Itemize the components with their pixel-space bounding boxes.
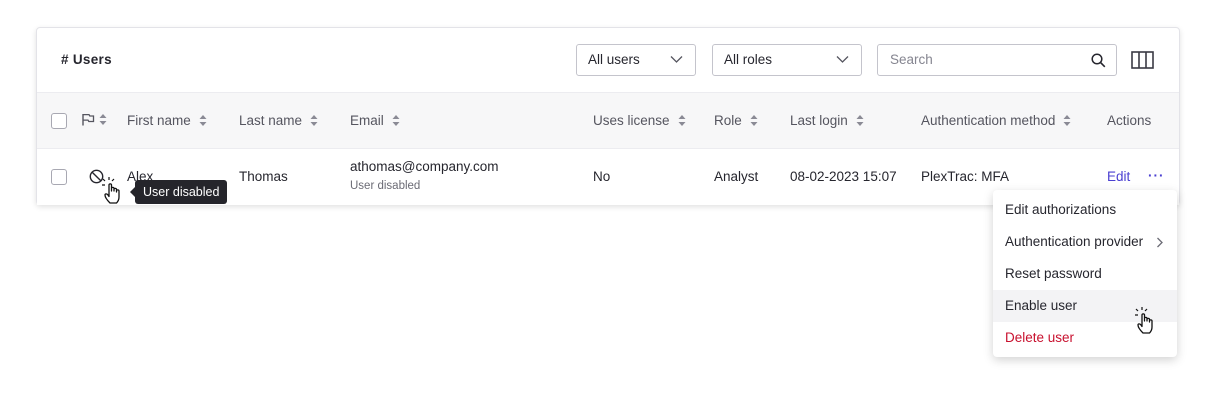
auth-method-header[interactable]: Authentication method: [921, 113, 1071, 128]
email-header[interactable]: Email: [350, 113, 400, 128]
search-field[interactable]: [877, 44, 1117, 76]
search-icon[interactable]: [1091, 53, 1106, 68]
chevron-right-icon: [1157, 237, 1163, 248]
row-checkbox[interactable]: [51, 169, 67, 185]
users-filter-value: All users: [588, 52, 640, 67]
sort-icon[interactable]: [392, 114, 400, 127]
email-status-subtext: User disabled: [350, 180, 421, 192]
auth-method-cell: PlexTrac: MFA: [921, 169, 1010, 184]
last-login-cell: 08-02-2023 15:07: [790, 169, 897, 184]
flag-icon: [82, 113, 95, 126]
table-title: # Users: [61, 52, 112, 67]
chevron-down-icon: [836, 56, 849, 63]
chevron-down-icon: [670, 56, 683, 63]
menu-item-reset-password[interactable]: Reset password: [993, 258, 1177, 290]
edit-link[interactable]: Edit: [1107, 169, 1130, 184]
table-header: First name Last name Email Uses license …: [37, 92, 1179, 149]
users-table-card: # Users All users All roles First name L…: [36, 27, 1180, 205]
more-actions-button[interactable]: ···: [1148, 168, 1165, 183]
first-name-header[interactable]: First name: [127, 113, 207, 128]
sort-icon[interactable]: [678, 114, 686, 127]
sort-icon[interactable]: [750, 114, 758, 127]
menu-item-edit-authorizations[interactable]: Edit authorizations: [993, 194, 1177, 226]
last-name-header[interactable]: Last name: [239, 113, 318, 128]
select-all-checkbox[interactable]: [51, 113, 67, 129]
flag-column-header[interactable]: [81, 113, 107, 126]
uses-license-cell: No: [593, 169, 611, 184]
pointer-cursor-icon: [102, 177, 120, 204]
pointer-cursor-icon: [1135, 307, 1153, 334]
roles-filter-value: All roles: [724, 52, 773, 67]
last-name-cell: Thomas: [239, 169, 288, 184]
role-cell: Analyst: [714, 169, 759, 184]
menu-item-authentication-provider[interactable]: Authentication provider: [993, 226, 1177, 258]
table-toolbar: # Users All users All roles: [37, 28, 1179, 92]
sort-icon[interactable]: [856, 114, 864, 127]
uses-license-header[interactable]: Uses license: [593, 113, 686, 128]
sort-icon[interactable]: [99, 113, 107, 126]
actions-header: Actions: [1107, 113, 1152, 128]
sort-icon[interactable]: [310, 114, 318, 127]
sort-icon[interactable]: [1063, 114, 1071, 127]
email-cell: athomas@company.com: [350, 159, 499, 174]
columns-icon[interactable]: [1131, 51, 1154, 69]
roles-filter-select[interactable]: All roles: [712, 44, 862, 76]
users-filter-select[interactable]: All users: [576, 44, 696, 76]
last-login-header[interactable]: Last login: [790, 113, 864, 128]
role-header[interactable]: Role: [714, 113, 758, 128]
user-disabled-tooltip: User disabled: [129, 180, 228, 204]
search-input[interactable]: [890, 52, 1080, 67]
sort-icon[interactable]: [199, 114, 207, 127]
